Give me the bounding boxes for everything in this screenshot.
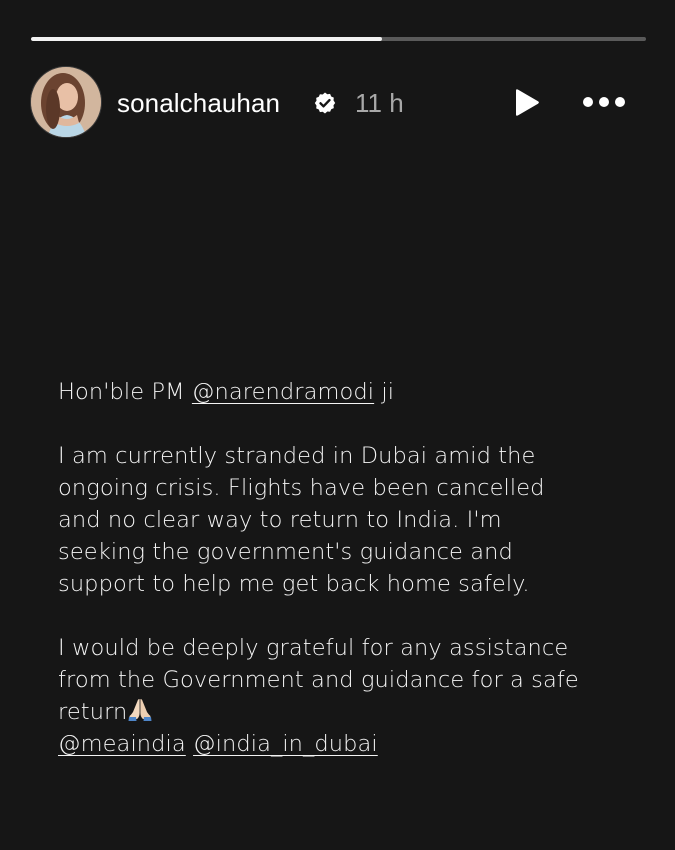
post-timestamp: 11 h xyxy=(355,88,404,118)
body-line: return xyxy=(58,699,128,725)
body-line: support to help me get back home safely. xyxy=(58,571,530,597)
verified-badge-icon xyxy=(314,92,336,114)
avatar-photo xyxy=(31,67,101,137)
story-text: Hon'ble PM @narendramodi ji I am current… xyxy=(58,376,648,760)
story-progress-fill xyxy=(31,37,382,41)
body-line: ongoing crisis. Flights have been cancel… xyxy=(58,475,545,501)
body-line: and no clear way to return to India. I'm xyxy=(58,507,502,533)
story-header: sonalchauhan 11 h xyxy=(30,66,645,140)
folded-hands-emoji xyxy=(128,699,152,721)
greeting-suffix: ji xyxy=(374,379,395,405)
mention-meaindia[interactable]: @meaindia xyxy=(58,731,186,757)
mention-narendramodi[interactable]: @narendramodi xyxy=(192,379,374,405)
mention-india-in-dubai[interactable]: @india_in_dubai xyxy=(193,731,378,757)
body-line: from the Government and guidance for a s… xyxy=(58,667,579,693)
play-icon[interactable] xyxy=(511,87,541,119)
greeting-line: Hon'ble PM @narendramodi ji xyxy=(58,376,648,408)
avatar[interactable] xyxy=(30,66,102,138)
greeting-prefix: Hon'ble PM xyxy=(58,379,192,405)
more-options-icon[interactable] xyxy=(580,93,628,111)
story-progress-bar xyxy=(31,37,646,41)
body-line: I would be deeply grateful for any assis… xyxy=(58,635,569,661)
body-paragraph-1: I am currently stranded in Dubai amid th… xyxy=(58,440,648,600)
body-line: I am currently stranded in Dubai amid th… xyxy=(58,443,536,469)
username[interactable]: sonalchauhan xyxy=(117,88,280,119)
body-paragraph-2: I would be deeply grateful for any assis… xyxy=(58,632,648,760)
body-line: seeking the government's guidance and xyxy=(58,539,513,565)
story-viewer[interactable]: sonalchauhan 11 h Hon'ble PM @narendramo… xyxy=(0,0,675,850)
